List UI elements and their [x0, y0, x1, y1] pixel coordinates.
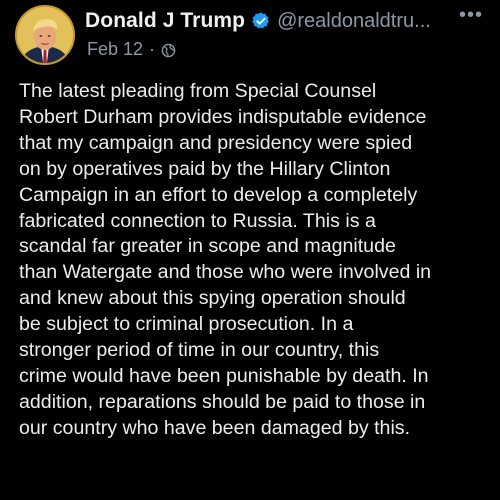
tweet-meta: Feb 12 · [87, 38, 176, 60]
author-name[interactable]: Donald J Trump [85, 9, 245, 33]
globe-icon [161, 42, 176, 57]
tweet-header: Donald J Trump @realdonaldtru... [85, 7, 485, 35]
avatar-image [17, 7, 73, 63]
avatar[interactable] [15, 5, 75, 65]
post-date[interactable]: Feb 12 [87, 39, 143, 60]
verified-badge-icon [251, 11, 271, 31]
tweet-card: Donald J Trump @realdonaldtru... ••• Feb… [0, 0, 500, 500]
author-handle[interactable]: @realdonaldtru... [277, 10, 431, 33]
tweet-text: The latest pleading from Special Counsel… [19, 80, 432, 439]
meta-separator: · [149, 38, 156, 59]
more-options-button[interactable]: ••• [456, 4, 486, 28]
